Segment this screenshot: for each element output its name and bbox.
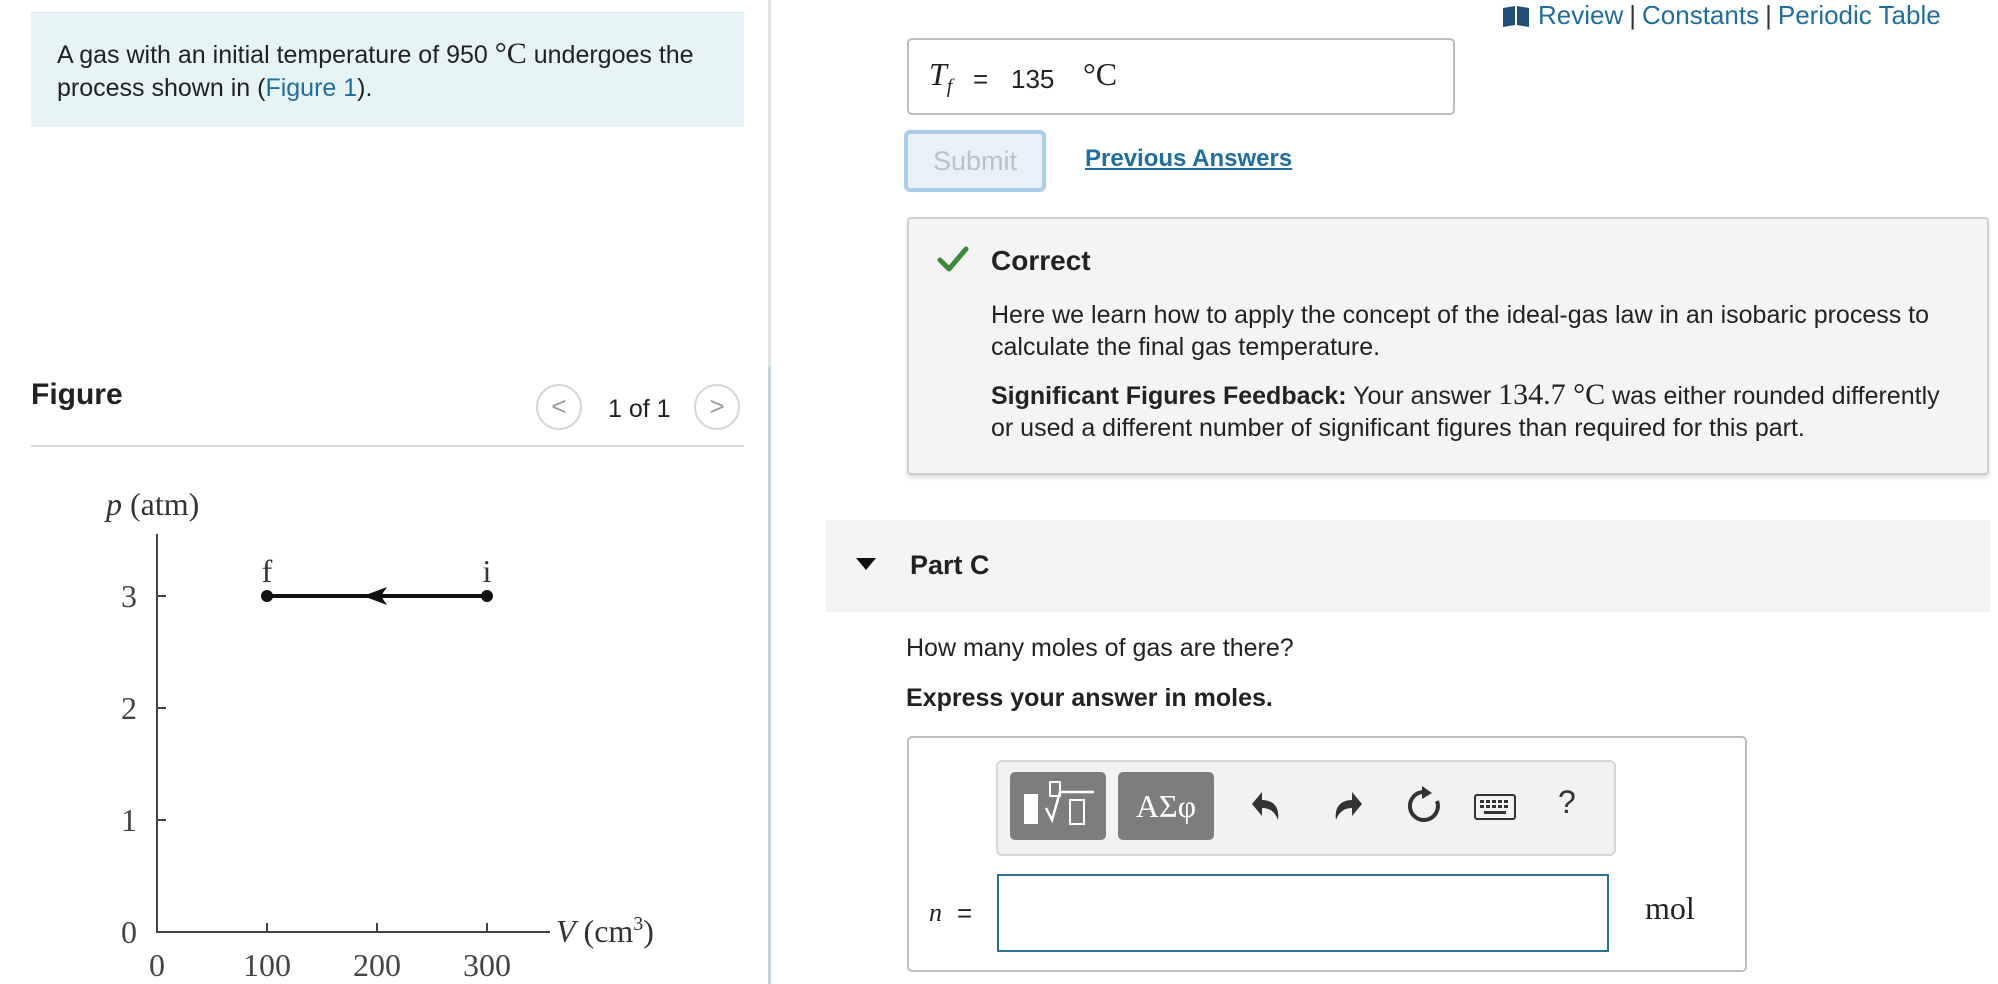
top-links: Review | Constants | Periodic Table xyxy=(1502,0,1941,31)
x-tick-label: 0 xyxy=(149,947,165,983)
x-axis-label: V (cm3) xyxy=(556,913,654,949)
math-toolbar: ΑΣφ ? xyxy=(996,760,1616,856)
link-separator: | xyxy=(1765,0,1772,30)
part-c-instruction: Express your answer in moles. xyxy=(906,684,1273,712)
x-tick-label: 200 xyxy=(353,947,401,983)
chevron-left-icon: < xyxy=(551,391,567,421)
figure-pager: 1 of 1 xyxy=(608,395,671,423)
part-b-answer-field: Tf = 135 °C xyxy=(907,38,1455,115)
templates-button[interactable] xyxy=(1010,772,1106,840)
reset-icon[interactable] xyxy=(1404,786,1444,826)
moles-unit: mol xyxy=(1645,890,1695,926)
final-temperature-value: 135 xyxy=(1011,64,1055,94)
pv-diagram: p (atm) V (cm3) 0 1 2 3 0 100 200 300 i f xyxy=(104,486,654,983)
figure-link[interactable]: Figure 1 xyxy=(265,74,357,102)
link-separator: | xyxy=(1629,0,1637,30)
y-axis-label: p (atm) xyxy=(104,486,199,522)
temperature-unit: °C xyxy=(1083,56,1118,92)
feedback-title: Correct xyxy=(991,245,1091,276)
collapse-triangle-icon[interactable] xyxy=(856,558,876,570)
checkmark-icon xyxy=(937,246,969,272)
var-subscript: f xyxy=(946,75,953,98)
book-icon xyxy=(1503,6,1529,27)
previous-answers-link[interactable]: Previous Answers xyxy=(1085,145,1292,173)
figure-prev-button[interactable]: < xyxy=(536,384,582,430)
x-tick-label: 100 xyxy=(243,947,291,983)
sig-figs-label: Significant Figures Feedback: xyxy=(991,382,1347,410)
state-label-i: i xyxy=(483,553,492,589)
x-tick-label: 300 xyxy=(463,947,511,983)
problem-text-before: A gas with an initial temperature of 950 xyxy=(57,41,495,69)
equals-sign: = xyxy=(973,64,989,94)
y-tick-label: 0 xyxy=(121,914,137,950)
state-point-f xyxy=(261,590,273,602)
symbols-button[interactable]: ΑΣφ xyxy=(1118,772,1214,840)
var-symbol: T xyxy=(929,56,947,92)
sig-figs-answer: 134.7 °C xyxy=(1498,378,1606,411)
problem-text-end: ). xyxy=(357,74,373,102)
undo-icon[interactable] xyxy=(1250,786,1286,826)
moles-answer-input[interactable] xyxy=(997,874,1609,952)
part-c-answer-box: ΑΣφ ? n = mol xyxy=(907,736,1747,972)
redo-icon[interactable] xyxy=(1328,786,1364,826)
initial-temperature-unit: °C xyxy=(494,37,527,70)
figure-divider xyxy=(31,445,744,447)
equals-sign: = xyxy=(957,898,973,928)
final-temperature-variable: Tf xyxy=(929,56,952,98)
state-point-i xyxy=(481,590,493,602)
y-tick-label: 3 xyxy=(121,578,137,614)
part-c-title: Part C xyxy=(910,550,990,580)
part-c-header[interactable]: Part C xyxy=(826,520,1990,612)
keyboard-icon[interactable] xyxy=(1474,794,1516,820)
constants-link[interactable]: Constants xyxy=(1642,0,1759,30)
problem-statement: A gas with an initial temperature of 950… xyxy=(31,12,744,127)
templates-icon xyxy=(1024,781,1094,825)
figure-heading: Figure xyxy=(31,378,123,411)
feedback-body: Here we learn how to apply the concept o… xyxy=(991,301,1930,361)
part-c-question: How many moles of gas are there? xyxy=(906,634,1294,662)
figure-next-button[interactable]: > xyxy=(694,384,740,430)
y-tick-label: 1 xyxy=(121,802,137,838)
feedback-box: Correct Here we learn how to apply the c… xyxy=(907,217,1989,475)
panel-scrollbar[interactable] xyxy=(768,366,771,984)
chevron-right-icon: > xyxy=(709,391,725,421)
state-label-f: f xyxy=(262,553,273,589)
review-link[interactable]: Review xyxy=(1538,0,1623,30)
periodic-table-link[interactable]: Periodic Table xyxy=(1778,0,1941,30)
submit-button[interactable]: Submit xyxy=(904,130,1046,192)
sig-figs-feedback: Significant Figures Feedback: Your answe… xyxy=(991,379,1966,444)
moles-variable: n xyxy=(929,898,942,927)
help-button[interactable]: ? xyxy=(1558,784,1576,821)
left-panel: A gas with an initial temperature of 950… xyxy=(0,0,770,984)
y-tick-label: 2 xyxy=(121,690,137,726)
sig-figs-pre: Your answer xyxy=(1346,382,1499,410)
